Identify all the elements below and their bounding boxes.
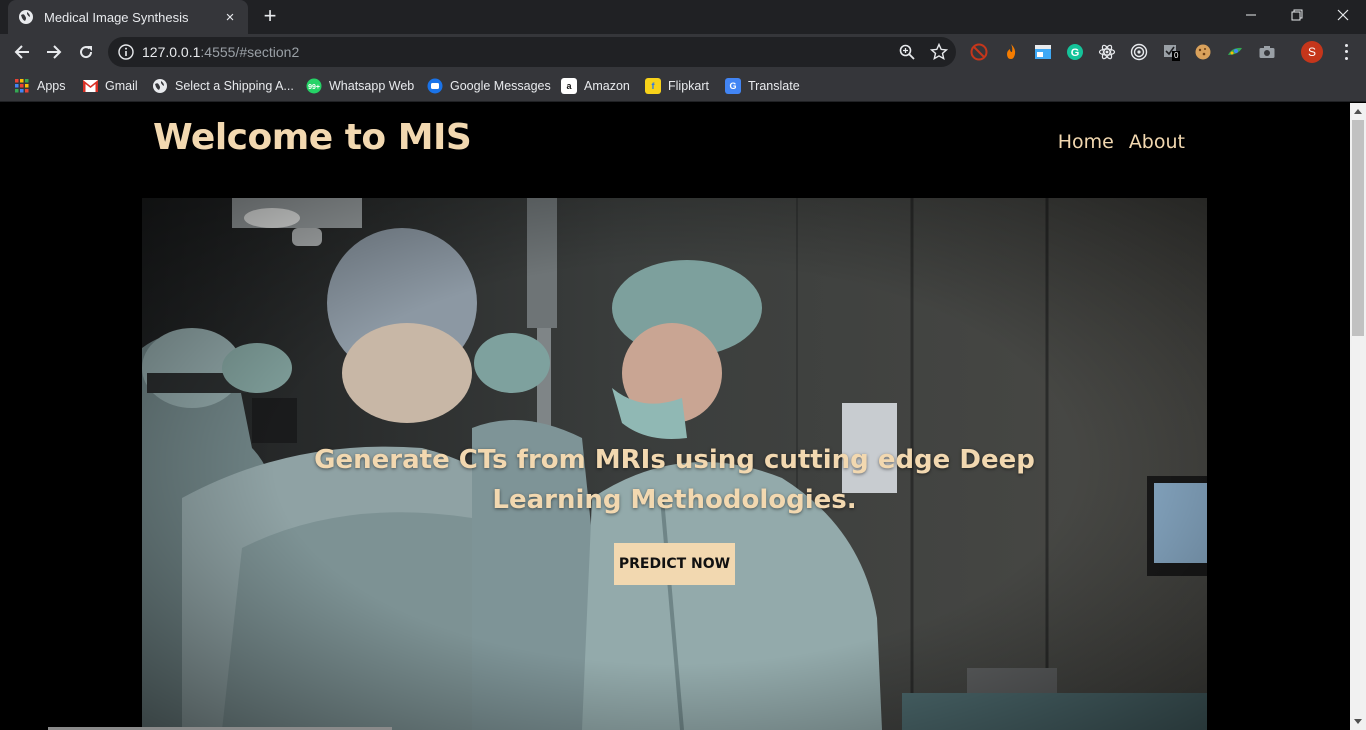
bookmark-label: Google Messages — [450, 79, 551, 93]
whatsapp-icon: 99+ — [306, 78, 322, 94]
close-window-icon[interactable] — [1320, 0, 1366, 30]
hero-section: Generate CTs from MRIs using cutting edg… — [142, 198, 1207, 730]
camera-icon[interactable] — [1258, 43, 1276, 61]
forward-arrow-icon[interactable] — [42, 40, 66, 64]
fire-extension-icon[interactable] — [1002, 43, 1020, 61]
gmail-icon — [82, 78, 98, 94]
reload-icon[interactable] — [74, 40, 98, 64]
bookmark-amazon[interactable]: a Amazon — [561, 77, 630, 95]
flipkart-icon: f — [645, 78, 661, 94]
bookmark-whatsapp[interactable]: 99+ Whatsapp Web — [306, 77, 414, 95]
nav-about-link[interactable]: About — [1129, 131, 1185, 153]
window-extension-icon[interactable] — [1034, 43, 1052, 61]
back-arrow-icon[interactable] — [10, 40, 34, 64]
url-host: 127.0.0.1 — [142, 44, 201, 60]
extension-badge: 0 — [1172, 51, 1181, 61]
blocker-extension-icon[interactable] — [970, 43, 988, 61]
cookie-extension-icon[interactable] — [1194, 43, 1212, 61]
new-tab-button[interactable]: + — [258, 5, 282, 28]
tab-close-icon[interactable]: × — [222, 9, 238, 26]
apps-grid-icon — [14, 78, 30, 94]
browser-toolbar: 127.0.0.1:4555/#section2 G 0 S — [0, 34, 1366, 70]
target-extension-icon[interactable] — [1130, 43, 1148, 61]
globe-icon — [18, 9, 34, 25]
bookmark-flipkart[interactable]: f Flipkart — [645, 77, 709, 95]
tasks-extension-icon[interactable]: 0 — [1162, 43, 1181, 61]
globe-icon — [152, 78, 168, 94]
bookmarks-bar: Apps Gmail Select a Shipping A... 99+ Wh… — [0, 70, 1366, 102]
bookmark-label: Amazon — [584, 79, 630, 93]
grammarly-icon[interactable]: G — [1066, 43, 1084, 61]
vertical-scrollbar[interactable] — [1350, 103, 1366, 730]
paint-extension-icon[interactable] — [1226, 43, 1244, 61]
bookmark-gmail[interactable]: Gmail — [82, 77, 138, 95]
site-info-icon[interactable] — [118, 44, 134, 60]
predict-now-button[interactable]: PREDICT NOW — [614, 543, 735, 585]
scroll-up-arrow-icon[interactable] — [1350, 103, 1366, 119]
tab-strip: Medical Image Synthesis × + — [0, 0, 1366, 34]
bookmark-google-messages[interactable]: Google Messages — [427, 77, 551, 95]
bookmark-shipping[interactable]: Select a Shipping A... — [152, 77, 294, 95]
nav-home-link[interactable]: Home — [1058, 131, 1114, 153]
translate-icon: G — [725, 78, 741, 94]
url-text[interactable]: 127.0.0.1:4555/#section2 — [142, 44, 299, 60]
profile-avatar[interactable]: S — [1301, 41, 1323, 63]
hero-heading: Generate CTs from MRIs using cutting edg… — [314, 445, 1035, 515]
bookmark-apps[interactable]: Apps — [14, 77, 66, 95]
site-nav: Home About — [1058, 131, 1185, 153]
minimize-window-icon[interactable] — [1228, 0, 1274, 30]
tab-title: Medical Image Synthesis — [44, 9, 189, 25]
browser-tab[interactable]: Medical Image Synthesis × — [8, 0, 248, 34]
bookmark-label: Whatsapp Web — [329, 79, 415, 93]
zoom-icon[interactable] — [898, 43, 916, 61]
scroll-down-arrow-icon[interactable] — [1350, 714, 1366, 730]
restore-window-icon[interactable] — [1274, 0, 1320, 30]
address-bar[interactable]: 127.0.0.1:4555/#section2 — [108, 37, 956, 67]
bookmark-label: Apps — [37, 79, 66, 93]
bookmark-label: Translate — [748, 79, 800, 93]
svg-text:99+: 99+ — [308, 84, 320, 91]
bookmark-label: Gmail — [105, 79, 138, 93]
browser-menu-icon[interactable] — [1338, 42, 1354, 62]
messages-icon — [427, 78, 443, 94]
scrollbar-thumb[interactable] — [1352, 120, 1364, 336]
react-devtools-icon[interactable] — [1098, 43, 1116, 61]
bookmark-label: Select a Shipping A... — [175, 79, 294, 93]
amazon-icon: a — [561, 78, 577, 94]
bookmark-star-icon[interactable] — [929, 42, 949, 61]
bookmark-label: Flipkart — [668, 79, 709, 93]
site-title: Welcome to MIS — [153, 117, 472, 158]
bookmark-translate[interactable]: G Translate — [725, 77, 800, 95]
svg-text:G: G — [1071, 47, 1080, 59]
web-page: Welcome to MIS Home About Generate CTs f… — [0, 103, 1350, 730]
url-path: :4555/#section2 — [200, 44, 300, 60]
